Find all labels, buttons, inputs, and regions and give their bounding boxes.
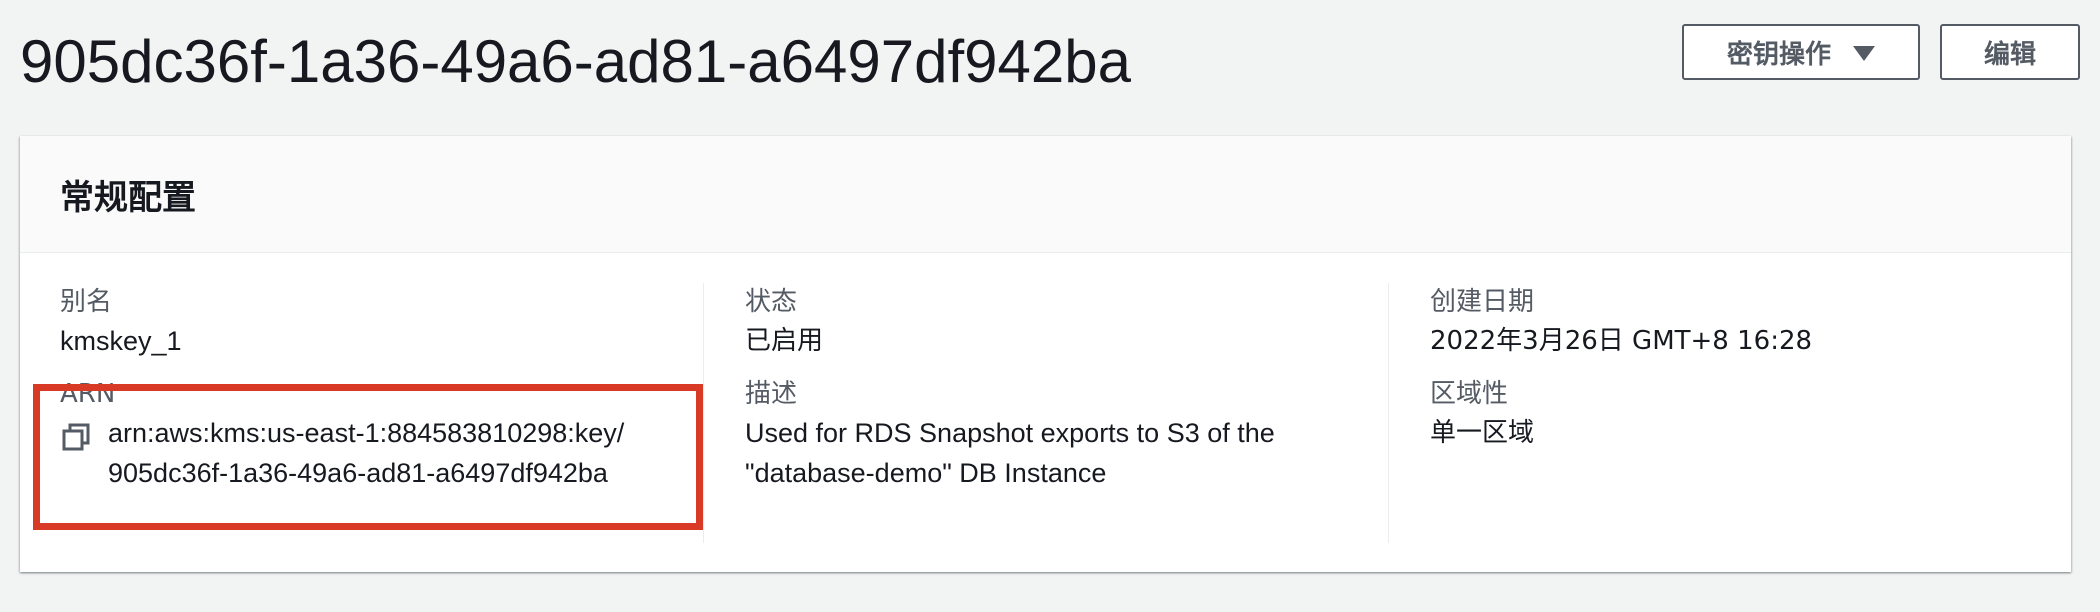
key-actions-dropdown-button[interactable]: 密钥操作 xyxy=(1682,24,1920,80)
description-value: Used for RDS Snapshot exports to S3 of t… xyxy=(745,418,1275,488)
created-label: 创建日期 xyxy=(1430,287,1535,317)
alias-label: 别名 xyxy=(60,287,113,317)
arn-row: arn:aws:kms:us-east-1:884583810298:key/ … xyxy=(60,413,700,493)
regionality-label: 区域性 xyxy=(1430,379,1509,409)
panel-title: 常规配置 xyxy=(60,177,196,218)
caret-down-icon xyxy=(1853,45,1875,61)
alias-field: 别名 kmskey_1 xyxy=(60,283,700,361)
arn-label: ARN xyxy=(60,379,116,409)
edit-button[interactable]: 编辑 xyxy=(1940,24,2080,80)
created-field: 创建日期 2022年3月26日 GMT+8 16:28 xyxy=(1430,283,2050,361)
general-configuration-panel: 常规配置 别名 kmskey_1 ARN arn:aws:kms:us-east… xyxy=(20,136,2071,572)
status-value: 已启用 xyxy=(745,326,824,356)
column-divider xyxy=(703,283,704,543)
regionality-value: 单一区域 xyxy=(1430,418,1535,448)
arn-value: arn:aws:kms:us-east-1:884583810298:key/ … xyxy=(108,418,625,488)
page-title: 905dc36f-1a36-49a6-ad81-a6497df942ba xyxy=(20,28,1131,95)
panel-body: 别名 kmskey_1 ARN arn:aws:kms:us-east-1:88… xyxy=(20,283,2071,543)
status-label: 状态 xyxy=(745,287,798,317)
created-value: 2022年3月26日 GMT+8 16:28 xyxy=(1430,326,1813,356)
column-1: 别名 kmskey_1 ARN arn:aws:kms:us-east-1:88… xyxy=(60,283,700,543)
description-field: 描述 Used for RDS Snapshot exports to S3 o… xyxy=(745,375,1385,493)
regionality-field: 区域性 单一区域 xyxy=(1430,375,2050,453)
header-actions: 密钥操作 编辑 xyxy=(1682,24,2080,80)
key-detail-page: 905dc36f-1a36-49a6-ad81-a6497df942ba 密钥操… xyxy=(0,0,2100,612)
column-2: 状态 已启用 描述 Used for RDS Snapshot exports … xyxy=(745,283,1385,543)
panel-header: 常规配置 xyxy=(20,136,2071,253)
description-label: 描述 xyxy=(745,379,798,409)
column-3: 创建日期 2022年3月26日 GMT+8 16:28 区域性 单一区域 xyxy=(1430,283,2050,543)
status-field: 状态 已启用 xyxy=(745,283,1385,361)
arn-field: ARN arn:aws:kms:us-east-1:884583810298:k… xyxy=(60,375,700,493)
key-actions-label: 密钥操作 xyxy=(1726,39,1831,70)
alias-value: kmskey_1 xyxy=(60,326,182,356)
column-divider xyxy=(1388,283,1389,543)
copy-icon[interactable] xyxy=(60,421,92,453)
